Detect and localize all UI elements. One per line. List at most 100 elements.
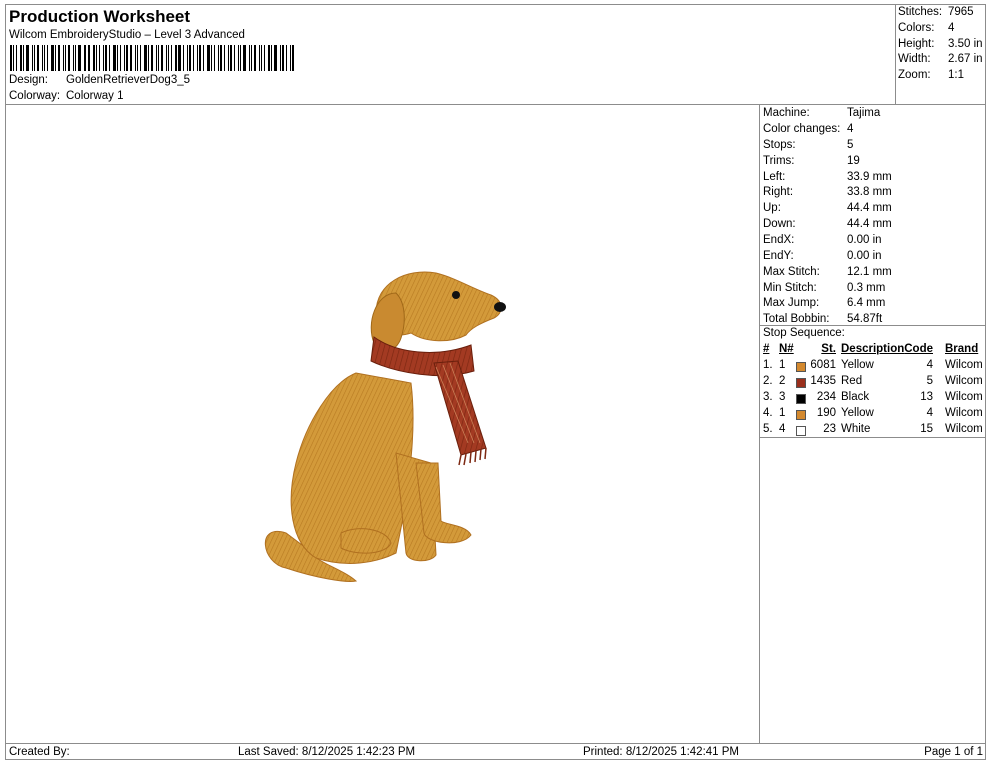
endx-value: 0.00 in	[847, 234, 882, 246]
stops-row: Stops: 5	[763, 139, 853, 151]
row-needle: 4	[779, 423, 786, 435]
zoom-label: Zoom:	[898, 69, 931, 81]
total-bobbin-value: 54.87ft	[847, 313, 883, 325]
row-index: 5.	[763, 423, 773, 435]
down-row: Down: 44.4 mm	[763, 218, 892, 230]
page-number: Page 1 of 1	[924, 746, 983, 758]
width-value: 2.67 in	[948, 53, 983, 65]
table-row: 1. 1 6081 Yellow 4 Wilcom	[760, 359, 986, 375]
max-stitch-label: Max Stitch:	[763, 266, 820, 278]
table-row: 4. 1 190 Yellow 4 Wilcom	[760, 407, 986, 423]
stitches-row: Stitches: 7965	[898, 6, 974, 18]
color-swatch	[796, 362, 806, 372]
max-jump-value: 6.4 mm	[847, 297, 886, 309]
row-stitches: 6081	[810, 359, 836, 371]
color-swatch	[796, 426, 806, 436]
table-row: 3. 3 234 Black 13 Wilcom	[760, 391, 986, 407]
color-changes-row: Color changes: 4	[763, 123, 853, 135]
row-stitches: 23	[823, 423, 836, 435]
left-label: Left:	[763, 171, 786, 183]
row-needle: 2	[779, 375, 786, 387]
barcode-image	[10, 45, 296, 71]
height-row: Height: 3.50 in	[898, 38, 983, 50]
trims-row: Trims: 19	[763, 155, 860, 167]
stops-label: Stops:	[763, 139, 796, 151]
table-row: 5. 4 23 White 15 Wilcom	[760, 423, 986, 439]
max-stitch-row: Max Stitch: 12.1 mm	[763, 266, 892, 278]
row-code: 13	[920, 391, 933, 403]
col-description-header: Description	[841, 343, 905, 355]
min-stitch-label: Min Stitch:	[763, 282, 817, 294]
row-description: White	[841, 423, 871, 435]
trims-value: 19	[847, 155, 860, 167]
col-code-header: Code	[904, 343, 933, 355]
created-by: Created By:	[9, 746, 70, 758]
row-index: 4.	[763, 407, 773, 419]
machine-value: Tajima	[847, 107, 881, 119]
row-brand: Wilcom	[945, 423, 983, 435]
min-stitch-row: Min Stitch: 0.3 mm	[763, 282, 885, 294]
row-brand: Wilcom	[945, 375, 983, 387]
max-jump-row: Max Jump: 6.4 mm	[763, 297, 885, 309]
row-index: 2.	[763, 375, 773, 387]
endy-label: EndY:	[763, 250, 794, 262]
golden-retriever-embroidery	[264, 271, 506, 582]
row-code: 5	[926, 375, 933, 387]
software-name: Wilcom EmbroideryStudio – Level 3 Advanc…	[9, 29, 245, 41]
zoom-row: Zoom: 1:1	[898, 69, 964, 81]
color-swatch	[796, 410, 806, 420]
right-row: Right: 33.8 mm	[763, 186, 892, 198]
table-row: 2. 2 1435 Red 5 Wilcom	[760, 375, 986, 391]
max-stitch-value: 12.1 mm	[847, 266, 892, 278]
stop-sequence-title: Stop Sequence:	[760, 325, 986, 341]
max-jump-label: Max Jump:	[763, 297, 820, 309]
row-code: 4	[926, 407, 933, 419]
row-description: Yellow	[841, 407, 874, 419]
width-label: Width:	[898, 53, 931, 65]
design-summary: Stitches: 7965 Colors: 4 Height: 3.50 in Wi…	[896, 5, 986, 105]
table-header: # N# St. Description Code Brand	[760, 343, 986, 359]
up-row: Up: 44.4 mm	[763, 202, 892, 214]
up-label: Up:	[763, 202, 781, 214]
machine-info-panel: Machine: Tajima Color changes: 4 Stops: 5 T…	[760, 105, 986, 743]
endy-value: 0.00 in	[847, 250, 882, 262]
endy-row: EndY: 0.00 in	[763, 250, 882, 262]
stitches-value: 7965	[948, 6, 974, 18]
right-value: 33.8 mm	[847, 186, 892, 198]
colorway-row: Colorway: Colorway 1	[9, 90, 124, 102]
colors-value: 4	[948, 22, 955, 34]
color-swatch	[796, 378, 806, 388]
width-row: Width: 2.67 in	[898, 53, 983, 65]
worksheet-header: Production Worksheet Wilcom EmbroiderySt…	[6, 5, 896, 105]
color-swatch	[796, 394, 806, 404]
machine-label: Machine:	[763, 107, 810, 119]
colors-label: Colors:	[898, 22, 935, 34]
total-bobbin-label: Total Bobbin:	[763, 313, 830, 325]
endx-label: EndX:	[763, 234, 795, 246]
row-needle: 1	[779, 359, 786, 371]
up-value: 44.4 mm	[847, 202, 892, 214]
color-changes-value: 4	[847, 123, 854, 135]
left-value: 33.9 mm	[847, 171, 892, 183]
page-title: Production Worksheet	[9, 7, 191, 26]
height-value: 3.50 in	[948, 38, 983, 50]
row-stitches: 234	[816, 391, 836, 403]
stop-sequence-table: # N# St. Description Code Brand 1. 1 6081 Y…	[760, 341, 986, 438]
row-needle: 1	[779, 407, 786, 419]
min-stitch-value: 0.3 mm	[847, 282, 886, 294]
worksheet-footer: Created By: Last Saved: 8/12/2025 1:42:2…	[6, 743, 986, 760]
down-value: 44.4 mm	[847, 218, 892, 230]
col-stitches-header: St.	[821, 343, 836, 355]
row-index: 3.	[763, 391, 773, 403]
machine-row: Machine: Tajima	[763, 107, 880, 119]
row-needle: 3	[779, 391, 786, 403]
zoom-value: 1:1	[948, 69, 964, 81]
last-saved: Last Saved: 8/12/2025 1:42:23 PM	[238, 746, 416, 758]
colors-row: Colors: 4	[898, 22, 954, 34]
down-label: Down:	[763, 218, 796, 230]
worksheet-page: Production Worksheet Wilcom EmbroiderySt…	[5, 4, 986, 760]
row-brand: Wilcom	[945, 391, 983, 403]
row-brand: Wilcom	[945, 359, 983, 371]
row-description: Yellow	[841, 359, 874, 371]
stops-value: 5	[847, 139, 854, 151]
